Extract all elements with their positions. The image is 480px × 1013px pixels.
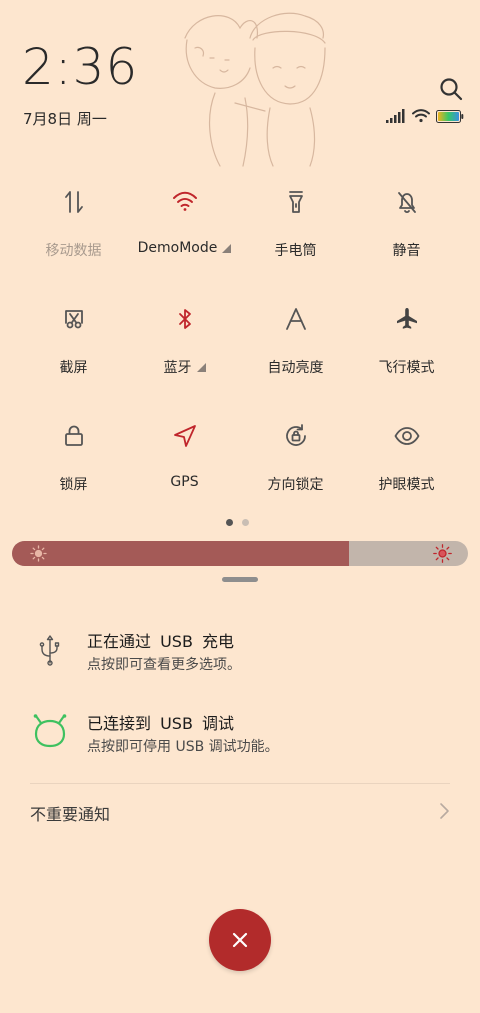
notification-title: 正在通过 USB 充电 xyxy=(87,632,235,651)
search-icon[interactable] xyxy=(438,76,464,102)
tile-auto-brightness[interactable]: 自动亮度 xyxy=(240,297,351,407)
tile-mobile-data[interactable]: 移动数据 xyxy=(18,180,129,290)
unimportant-notifications-row[interactable]: 不重要通知 xyxy=(0,790,480,832)
unimportant-label: 不重要通知 xyxy=(30,805,111,824)
tile-label: 蓝牙 xyxy=(163,360,192,376)
close-icon xyxy=(232,932,248,948)
tile-label: 自动亮度 xyxy=(267,360,324,376)
mute-bell-icon xyxy=(397,192,416,214)
status-header: 2:36 7月8日 周一 xyxy=(0,0,480,170)
screenshot-icon xyxy=(64,310,83,329)
brightness-high-icon xyxy=(433,544,452,563)
auto-brightness-icon xyxy=(285,308,306,330)
eye-icon xyxy=(394,427,419,445)
flashlight-icon xyxy=(288,191,303,213)
notification-usb-debugging[interactable]: 已连接到 USB 调试 点按即可停用 USB 调试功能。 xyxy=(0,700,480,770)
date[interactable]: 7月8日 周一 xyxy=(23,108,107,129)
tile-label: 护眼模式 xyxy=(378,477,435,493)
airplane-icon xyxy=(396,308,417,329)
page-indicator xyxy=(226,519,249,526)
brightness-fill xyxy=(12,541,350,566)
tile-label-row: 蓝牙 xyxy=(164,357,206,377)
notification-title: 已连接到 USB 调试 xyxy=(87,714,235,733)
signal-icon xyxy=(386,109,405,123)
status-icons xyxy=(386,108,464,124)
tile-screenshot[interactable]: 截屏 xyxy=(18,297,129,407)
brightness-low-icon xyxy=(30,545,47,562)
couple-illustration xyxy=(184,12,326,167)
lock-icon xyxy=(64,425,83,446)
divider xyxy=(30,783,450,784)
clock[interactable]: 2:36 xyxy=(22,42,138,92)
expand-triangle-icon[interactable] xyxy=(196,362,206,372)
drag-handle[interactable] xyxy=(222,577,258,582)
gps-icon xyxy=(173,425,196,447)
page-dot-active[interactable] xyxy=(226,519,233,526)
tile-flashlight[interactable]: 手电筒 xyxy=(240,180,351,290)
bluetooth-icon xyxy=(178,309,191,329)
page-dot[interactable] xyxy=(242,519,249,526)
battery-icon xyxy=(436,109,464,123)
tile-label: 静音 xyxy=(392,243,421,259)
notification-subtitle: 点按即可停用 USB 调试功能。 xyxy=(87,739,279,755)
tile-label: 飞行模式 xyxy=(378,360,435,376)
mobile-data-icon xyxy=(64,191,83,213)
tile-mute[interactable]: 静音 xyxy=(351,180,462,290)
tile-eye-care[interactable]: 护眼模式 xyxy=(351,414,462,524)
tile-label: 移动数据 xyxy=(45,243,102,259)
android-icon xyxy=(33,714,67,748)
tile-label: GPS xyxy=(170,474,199,490)
clear-all-button[interactable] xyxy=(209,909,271,971)
tile-gps[interactable]: GPS xyxy=(129,414,240,524)
notification-usb-charging[interactable]: 正在通过 USB 充电 点按即可查看更多选项。 xyxy=(0,618,480,688)
tile-label-row: DemoMode xyxy=(138,240,232,256)
tile-wifi[interactable]: DemoMode xyxy=(129,180,240,290)
chevron-right-icon xyxy=(440,803,449,819)
tile-lock[interactable]: 锁屏 xyxy=(18,414,129,524)
tile-label: 截屏 xyxy=(59,360,88,376)
usb-icon xyxy=(39,635,60,666)
tile-label: 方向锁定 xyxy=(267,477,324,493)
brightness-slider[interactable] xyxy=(12,541,468,566)
tile-rotation-lock[interactable]: 方向锁定 xyxy=(240,414,351,524)
wifi-status-icon xyxy=(412,109,430,123)
wifi-icon xyxy=(172,191,197,211)
tile-label: DemoMode xyxy=(137,240,218,256)
tile-label: 锁屏 xyxy=(59,477,88,493)
notification-subtitle: 点按即可查看更多选项。 xyxy=(87,657,241,673)
tile-label: 手电筒 xyxy=(274,243,317,259)
tile-airplane[interactable]: 飞行模式 xyxy=(351,297,462,407)
expand-triangle-icon[interactable] xyxy=(222,243,232,253)
tile-bluetooth[interactable]: 蓝牙 xyxy=(129,297,240,407)
rotation-lock-icon xyxy=(285,424,306,446)
